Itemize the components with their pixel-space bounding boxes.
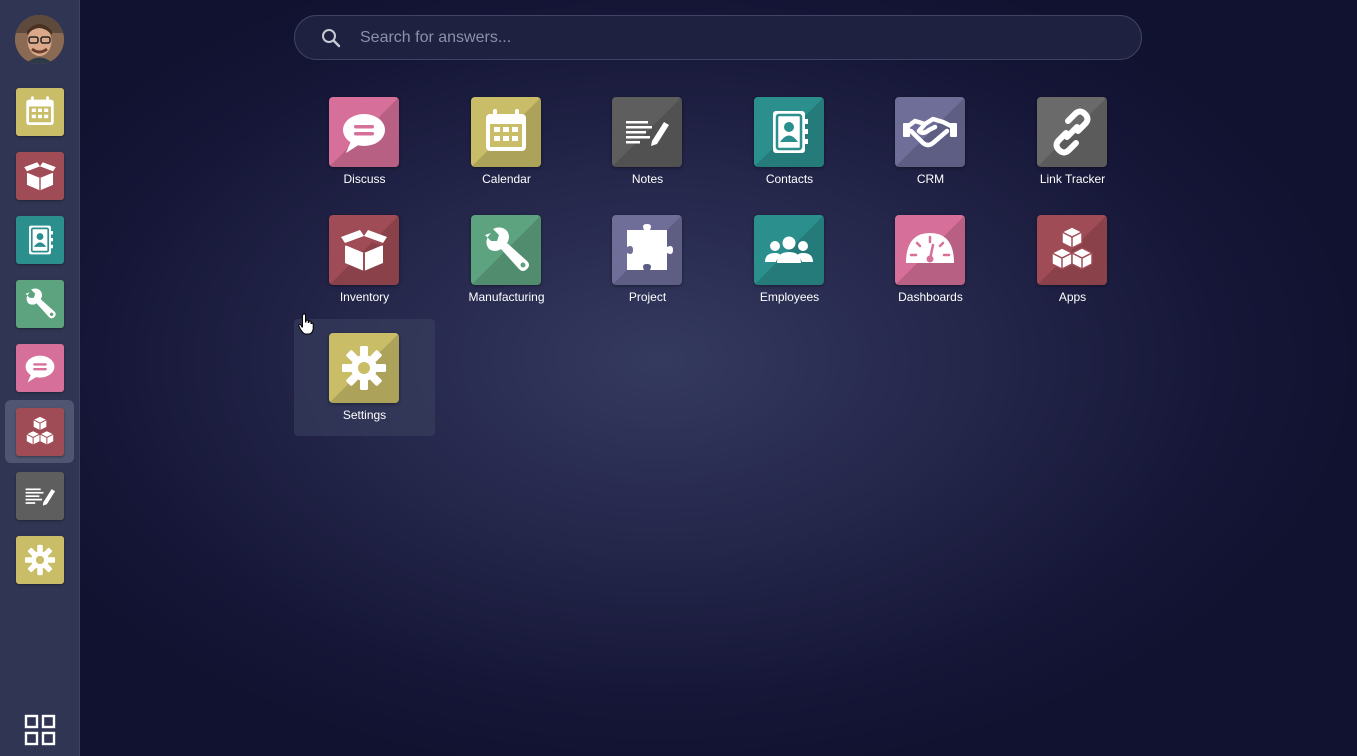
app-label: Employees xyxy=(759,290,820,304)
app-settings[interactable]: Settings xyxy=(294,319,435,436)
sidebar-item-discuss[interactable] xyxy=(5,336,74,399)
app-tile xyxy=(612,215,682,285)
cubes-icon xyxy=(1051,226,1093,270)
gauge-icon xyxy=(906,233,954,263)
cubes-icon xyxy=(25,415,54,446)
sidebar-tile xyxy=(15,535,64,584)
app-label: Link Tracker xyxy=(1039,172,1106,186)
app-link-tracker[interactable]: Link Tracker xyxy=(1002,83,1143,200)
app-project[interactable]: Project xyxy=(577,201,718,318)
app-inventory[interactable]: Inventory xyxy=(294,201,435,318)
app-tile xyxy=(329,215,399,285)
sidebar-item-notes[interactable] xyxy=(5,464,74,527)
sidebar-item-settings[interactable] xyxy=(5,528,74,591)
gear-icon xyxy=(342,346,386,390)
open-box-icon xyxy=(341,230,387,271)
app-tile xyxy=(754,97,824,167)
users-icon xyxy=(765,236,813,263)
sidebar xyxy=(0,0,80,756)
hand-cursor-icon xyxy=(298,313,314,335)
app-employees[interactable]: Employees xyxy=(719,201,860,318)
app-label: Discuss xyxy=(343,172,386,186)
app-tile xyxy=(895,97,965,167)
app-label: Dashboards xyxy=(898,290,963,304)
chat-bubble-icon xyxy=(25,355,54,382)
app-tile xyxy=(1037,97,1107,167)
app-notes[interactable]: Notes xyxy=(577,83,718,200)
app-calendar[interactable]: Calendar xyxy=(436,83,577,200)
note-pencil-icon xyxy=(626,121,669,146)
sidebar-tile xyxy=(15,215,64,264)
sidebar-item-manufacturing[interactable] xyxy=(5,272,74,335)
app-tile xyxy=(754,215,824,285)
app-tile xyxy=(329,333,399,403)
app-tile xyxy=(612,97,682,167)
sidebar-item-inventory[interactable] xyxy=(5,144,74,207)
app-tile xyxy=(471,215,541,285)
app-label: Calendar xyxy=(482,172,531,186)
app-tile xyxy=(329,97,399,167)
app-label: Notes xyxy=(631,172,664,186)
address-book-icon xyxy=(773,111,808,153)
sidebar-tile xyxy=(15,279,64,328)
app-label: Inventory xyxy=(339,290,390,304)
link-icon xyxy=(1053,108,1091,156)
sidebar-tile xyxy=(15,151,64,200)
address-book-icon xyxy=(28,225,53,254)
app-tile xyxy=(471,97,541,167)
note-pencil-icon xyxy=(25,487,55,506)
grid-icon[interactable] xyxy=(24,714,56,746)
app-label: Manufacturing xyxy=(468,290,545,304)
wrench-icon xyxy=(485,227,529,271)
chat-bubble-icon xyxy=(343,114,385,153)
app-dashboards[interactable]: Dashboards xyxy=(860,201,1001,318)
app-tile xyxy=(895,215,965,285)
app-label: Apps xyxy=(1058,290,1087,304)
sidebar-tile xyxy=(15,407,64,456)
handshake-icon xyxy=(903,116,957,148)
app-contacts[interactable]: Contacts xyxy=(719,83,860,200)
puzzle-piece-icon xyxy=(627,224,673,270)
user-avatar[interactable] xyxy=(15,15,64,64)
app-label: Settings xyxy=(342,408,387,422)
app-manufacturing[interactable]: Manufacturing xyxy=(436,201,577,318)
sidebar-tile xyxy=(15,471,64,520)
app-discuss[interactable]: Discuss xyxy=(294,83,435,200)
app-tile xyxy=(1037,215,1107,285)
app-label: Contacts xyxy=(765,172,814,186)
calendar-icon xyxy=(486,109,526,151)
open-box-icon xyxy=(23,161,56,190)
search-icon xyxy=(322,28,341,47)
sidebar-tile xyxy=(15,87,64,136)
sidebar-item-apps[interactable] xyxy=(5,400,74,463)
calendar-icon xyxy=(25,95,54,125)
wrench-icon xyxy=(25,288,56,318)
sidebar-tile xyxy=(15,343,64,392)
app-crm[interactable]: CRM xyxy=(860,83,1001,200)
app-label: CRM xyxy=(916,172,945,186)
search-input[interactable] xyxy=(358,16,1141,59)
search-bar xyxy=(294,15,1142,60)
app-label: Project xyxy=(628,290,667,304)
sidebar-item-calendar[interactable] xyxy=(5,80,74,143)
app-apps[interactable]: Apps xyxy=(1002,201,1143,318)
sidebar-item-contacts[interactable] xyxy=(5,208,74,271)
gear-icon xyxy=(24,544,55,575)
